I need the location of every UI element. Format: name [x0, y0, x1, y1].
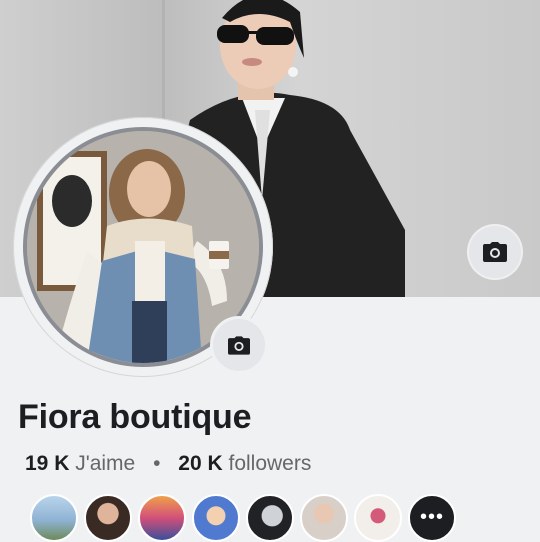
followers-count: 20 K: [178, 452, 223, 475]
follower-avatar[interactable]: [246, 494, 294, 542]
likes-label[interactable]: J'aime: [75, 452, 135, 475]
camera-icon: [483, 242, 507, 262]
page-stats: 19 K J'aime • 20 K followers: [25, 452, 311, 476]
camera-icon: [228, 335, 250, 355]
follower-avatar[interactable]: [138, 494, 186, 542]
more-followers-button[interactable]: •••: [408, 494, 456, 542]
page-name: Fiora boutique: [18, 398, 252, 436]
likes-count: 19 K: [25, 452, 70, 475]
follower-avatar[interactable]: [192, 494, 240, 542]
profile-camera-button[interactable]: [210, 316, 268, 374]
follower-avatar[interactable]: [354, 494, 402, 542]
follower-avatar[interactable]: [84, 494, 132, 542]
followers-label[interactable]: followers: [228, 452, 311, 475]
follower-avatars-row: •••: [30, 494, 456, 542]
stats-separator: •: [153, 452, 161, 475]
cover-camera-button[interactable]: [469, 226, 521, 278]
follower-avatar[interactable]: [30, 494, 78, 542]
more-dots-icon: •••: [419, 506, 444, 528]
follower-avatar[interactable]: [300, 494, 348, 542]
